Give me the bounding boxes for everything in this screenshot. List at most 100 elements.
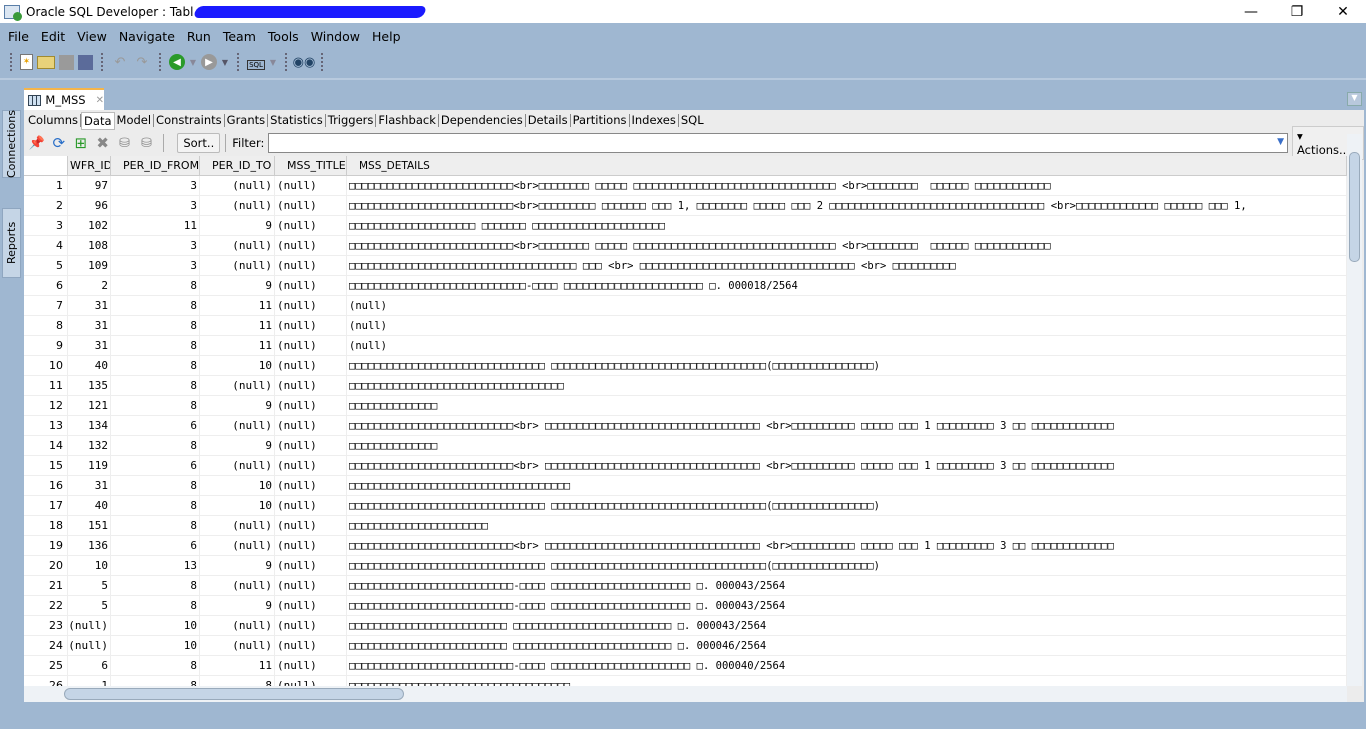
cell-wfr_id[interactable]: 6 bbox=[68, 656, 111, 675]
row-number[interactable]: 15 bbox=[24, 456, 68, 475]
refresh-icon[interactable]: ⟳ bbox=[50, 134, 68, 152]
sql-dropdown-icon[interactable]: ▼ bbox=[269, 53, 277, 71]
row-number[interactable]: 21 bbox=[24, 576, 68, 595]
cell-mss_title[interactable]: (null) bbox=[275, 416, 347, 435]
cell-mss_details[interactable]: □□□□□□□□□□□□□□□□□□□□□□□□□□□□□□□□□□□ bbox=[347, 476, 1347, 495]
cell-per_id_from[interactable]: 8 bbox=[111, 656, 200, 675]
menu-file[interactable]: File bbox=[2, 29, 35, 44]
cell-per_id_from[interactable]: 11 bbox=[111, 216, 200, 235]
cell-per_id_to[interactable]: (null) bbox=[200, 576, 275, 595]
cell-mss_title[interactable]: (null) bbox=[275, 536, 347, 555]
cell-per_id_from[interactable]: 8 bbox=[111, 476, 200, 495]
column-header[interactable]: MSS_DETAILS bbox=[347, 156, 1347, 175]
cell-wfr_id[interactable]: 151 bbox=[68, 516, 111, 535]
cell-wfr_id[interactable]: 102 bbox=[68, 216, 111, 235]
menu-navigate[interactable]: Navigate bbox=[113, 29, 181, 44]
cell-wfr_id[interactable]: (null) bbox=[68, 616, 111, 635]
cell-mss_title[interactable]: (null) bbox=[275, 256, 347, 275]
cell-per_id_from[interactable]: 3 bbox=[111, 176, 200, 195]
cell-per_id_to[interactable]: 11 bbox=[200, 296, 275, 315]
cell-per_id_from[interactable]: 8 bbox=[111, 376, 200, 395]
cell-mss_details[interactable]: □□□□□□□□□□□□□□□□□□□□□□□□□□□□□□□ □□□□□□□□… bbox=[347, 356, 1347, 375]
row-number[interactable]: 7 bbox=[24, 296, 68, 315]
column-header[interactable] bbox=[24, 156, 68, 175]
cell-per_id_from[interactable]: 8 bbox=[111, 396, 200, 415]
reports-tab[interactable]: Reports bbox=[2, 208, 21, 278]
table-row[interactable]: 13 134 6 (null) (null) □□□□□□□□□□□□□□□□□□□□□□… bbox=[24, 416, 1347, 436]
table-row[interactable]: 3 102 11 9 (null) □□□□□□□□□□□□□□□□□□□□ □□□□□□… bbox=[24, 216, 1347, 236]
cell-per_id_from[interactable]: 8 bbox=[111, 276, 200, 295]
cell-per_id_from[interactable]: 8 bbox=[111, 436, 200, 455]
vertical-scroll-thumb[interactable] bbox=[1349, 152, 1360, 262]
table-row[interactable]: 20 10 13 9 (null) □□□□□□□□□□□□□□□□□□□□□□□□□□□… bbox=[24, 556, 1347, 576]
cell-per_id_to[interactable]: (null) bbox=[200, 176, 275, 195]
row-number[interactable]: 26 bbox=[24, 676, 68, 686]
cell-wfr_id[interactable]: 31 bbox=[68, 316, 111, 335]
table-row[interactable]: 19 136 6 (null) (null) □□□□□□□□□□□□□□□□□□□□□□… bbox=[24, 536, 1347, 556]
cell-wfr_id[interactable]: 136 bbox=[68, 536, 111, 555]
insert-row-icon[interactable]: ⊞ bbox=[72, 134, 90, 152]
table-row[interactable]: 7 31 8 11 (null) (null) bbox=[24, 296, 1347, 316]
cell-per_id_to[interactable]: 11 bbox=[200, 656, 275, 675]
cell-per_id_to[interactable]: (null) bbox=[200, 256, 275, 275]
cell-mss_title[interactable]: (null) bbox=[275, 436, 347, 455]
editor-tab-m-mss[interactable]: M_MSS ✕ bbox=[24, 88, 104, 110]
cell-wfr_id[interactable]: 5 bbox=[68, 596, 111, 615]
cell-mss_details[interactable]: (null) bbox=[347, 296, 1347, 315]
cell-mss_details[interactable]: □□□□□□□□□□□□□□□□□□□□□□□□□□<br>□□□□□□□□□ … bbox=[347, 196, 1347, 215]
column-header[interactable]: MSS_TITLE bbox=[275, 156, 347, 175]
cell-per_id_from[interactable]: 3 bbox=[111, 236, 200, 255]
cell-mss_title[interactable]: (null) bbox=[275, 176, 347, 195]
cell-mss_title[interactable]: (null) bbox=[275, 556, 347, 575]
tab-constraints[interactable]: Constraints bbox=[154, 114, 225, 127]
cell-mss_title[interactable]: (null) bbox=[275, 676, 347, 686]
menu-view[interactable]: View bbox=[71, 29, 113, 44]
cell-mss_details[interactable]: □□□□□□□□□□□□□□ bbox=[347, 396, 1347, 415]
cell-mss_details[interactable]: □□□□□□□□□□□□□□□□□□□□□□□□□□□□□□□□□□ bbox=[347, 376, 1347, 395]
cell-mss_details[interactable]: □□□□□□□□□□□□□□□□□□□□□□□□□□<br> □□□□□□□□□… bbox=[347, 536, 1347, 555]
cell-wfr_id[interactable]: 10 bbox=[68, 556, 111, 575]
cell-per_id_to[interactable]: (null) bbox=[200, 376, 275, 395]
horizontal-scroll-thumb[interactable] bbox=[64, 688, 404, 700]
row-number[interactable]: 19 bbox=[24, 536, 68, 555]
cell-mss_details[interactable]: □□□□□□□□□□□□□□□□□□□□□□□□□□-□□□□ □□□□□□□□… bbox=[347, 596, 1347, 615]
row-number[interactable]: 24 bbox=[24, 636, 68, 655]
row-number[interactable]: 12 bbox=[24, 396, 68, 415]
cell-per_id_to[interactable]: 10 bbox=[200, 476, 275, 495]
table-row[interactable]: 4 108 3 (null) (null) □□□□□□□□□□□□□□□□□□□□□□□… bbox=[24, 236, 1347, 256]
table-row[interactable]: 2 96 3 (null) (null) □□□□□□□□□□□□□□□□□□□□□□□□… bbox=[24, 196, 1347, 216]
tab-statistics[interactable]: Statistics bbox=[268, 114, 326, 127]
rollback-icon[interactable]: ⛁ bbox=[137, 134, 155, 152]
cell-mss_details[interactable]: □□□□□□□□□□□□□□□□□□□□□□□□□□<br> □□□□□□□□□… bbox=[347, 456, 1347, 475]
cell-per_id_to[interactable]: 11 bbox=[200, 336, 275, 355]
tab-model[interactable]: Model bbox=[115, 114, 155, 127]
menu-run[interactable]: Run bbox=[181, 29, 217, 44]
cell-per_id_from[interactable]: 6 bbox=[111, 456, 200, 475]
menu-help[interactable]: Help bbox=[366, 29, 407, 44]
table-row[interactable]: 16 31 8 10 (null) □□□□□□□□□□□□□□□□□□□□□□□□□□□… bbox=[24, 476, 1347, 496]
sort-button[interactable]: Sort.. bbox=[177, 133, 221, 153]
tab-dependencies[interactable]: Dependencies bbox=[439, 114, 526, 127]
cell-per_id_from[interactable]: 6 bbox=[111, 536, 200, 555]
forward-icon[interactable]: ▶ bbox=[201, 54, 217, 70]
cell-per_id_to[interactable]: 8 bbox=[200, 676, 275, 686]
cell-mss_title[interactable]: (null) bbox=[275, 296, 347, 315]
cell-per_id_from[interactable]: 6 bbox=[111, 416, 200, 435]
binoculars-icon[interactable]: ◉◉ bbox=[293, 53, 316, 71]
cell-wfr_id[interactable]: 97 bbox=[68, 176, 111, 195]
row-number[interactable]: 4 bbox=[24, 236, 68, 255]
table-row[interactable]: 8 31 8 11 (null) (null) bbox=[24, 316, 1347, 336]
cell-wfr_id[interactable]: 135 bbox=[68, 376, 111, 395]
filter-input[interactable] bbox=[268, 133, 1288, 153]
back-dropdown-icon[interactable]: ▼ bbox=[189, 53, 197, 71]
cell-per_id_from[interactable]: 8 bbox=[111, 516, 200, 535]
close-button[interactable]: ✕ bbox=[1320, 0, 1366, 23]
cell-per_id_from[interactable]: 8 bbox=[111, 496, 200, 515]
cell-per_id_to[interactable]: (null) bbox=[200, 616, 275, 635]
back-icon[interactable]: ◀ bbox=[169, 54, 185, 70]
tab-data[interactable]: Data bbox=[81, 111, 115, 130]
table-row[interactable]: 6 2 8 9 (null) □□□□□□□□□□□□□□□□□□□□□□□□□□□□-□… bbox=[24, 276, 1347, 296]
tab-flashback[interactable]: Flashback bbox=[376, 114, 439, 127]
cell-mss_details[interactable]: □□□□□□□□□□□□□□□□□□□□□□□□□□-□□□□ □□□□□□□□… bbox=[347, 576, 1347, 595]
table-row[interactable]: 11 135 8 (null) (null) □□□□□□□□□□□□□□□□□□□□□□… bbox=[24, 376, 1347, 396]
